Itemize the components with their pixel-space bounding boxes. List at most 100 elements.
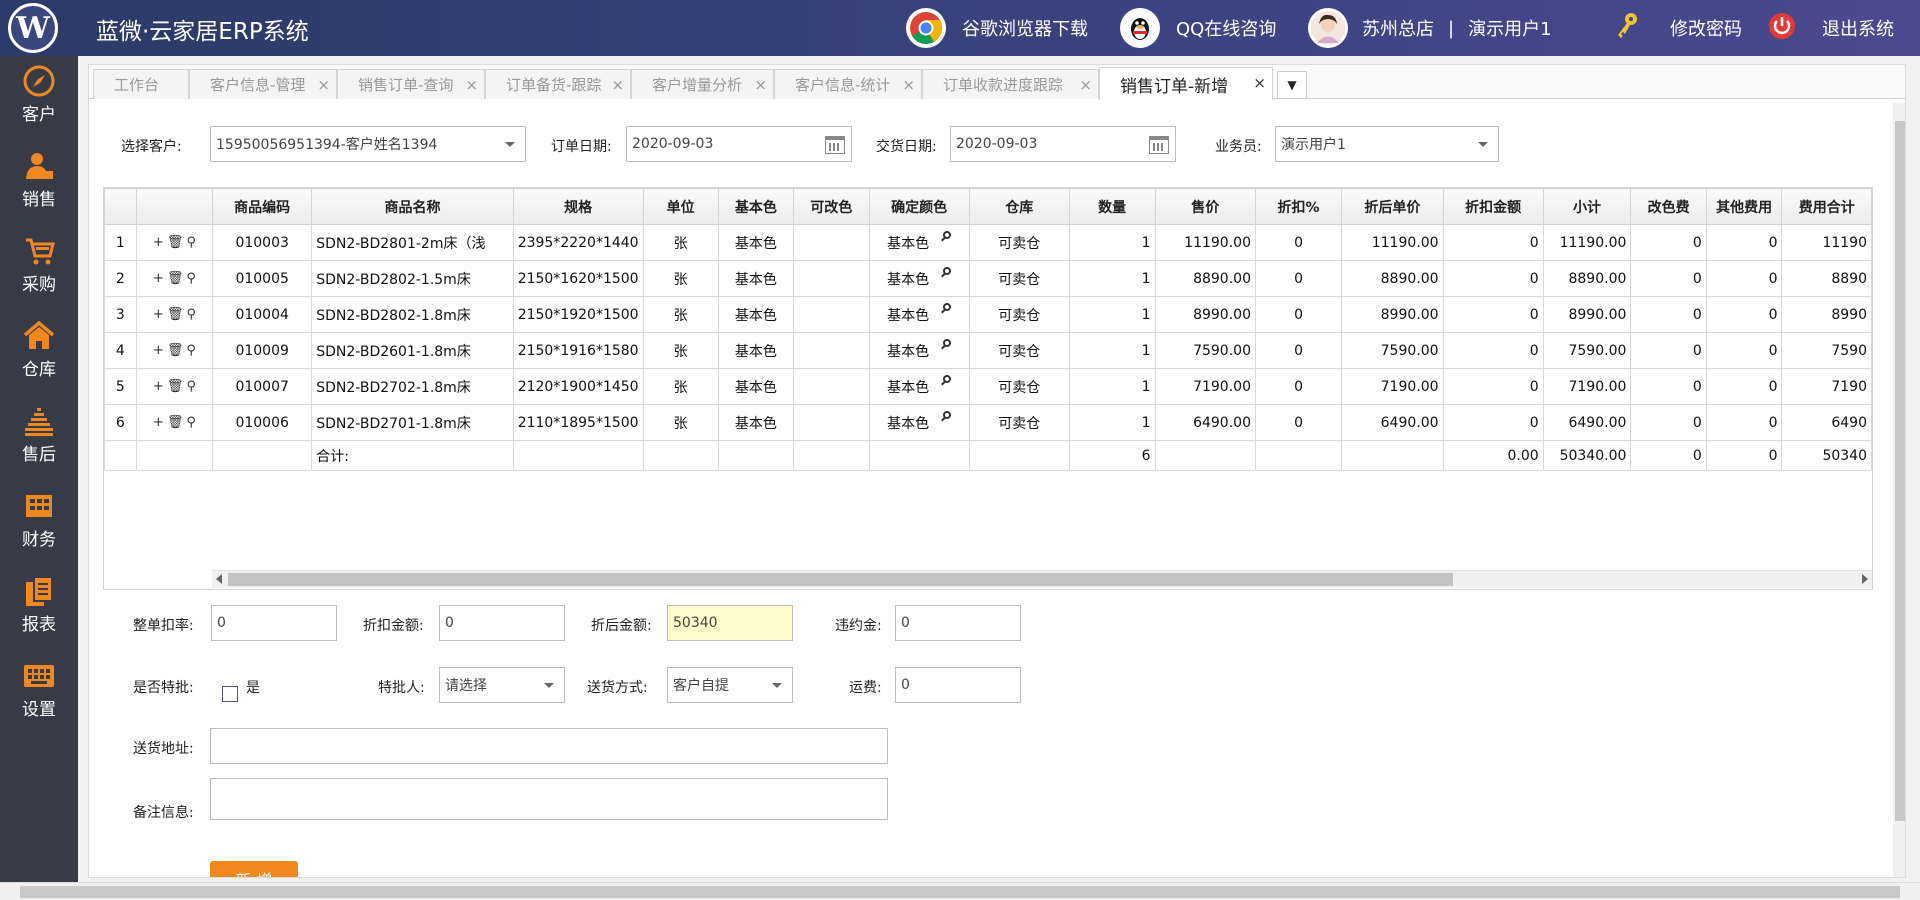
- search-icon[interactable]: [943, 230, 952, 239]
- cell-price[interactable]: 6490.00: [1154, 404, 1256, 441]
- cell-code[interactable]: 010004: [212, 296, 313, 333]
- chrome-download-link[interactable]: 谷歌浏览器下载: [906, 8, 1088, 48]
- delete-row-icon[interactable]: 🗑: [167, 235, 184, 250]
- cell-code[interactable]: 010009: [212, 332, 313, 369]
- column-header[interactable]: 费用合计: [1781, 188, 1872, 225]
- cell-sub[interactable]: 7590.00: [1542, 332, 1632, 369]
- column-header[interactable]: 其他费用: [1705, 188, 1783, 225]
- cell-qty[interactable]: 1: [1068, 296, 1156, 333]
- column-header[interactable]: 规格: [512, 188, 644, 225]
- cell-unit[interactable]: 张: [642, 260, 719, 297]
- cell-spec[interactable]: 2120*1900*1450: [512, 368, 644, 405]
- column-header[interactable]: [135, 188, 214, 225]
- sidebar-item-sales[interactable]: 销售: [0, 149, 78, 219]
- tab-customer-stats[interactable]: 客户信息-统计 ×: [774, 69, 922, 99]
- cell-sub[interactable]: 11190.00: [1542, 224, 1632, 261]
- cell-dprice[interactable]: 7190.00: [1341, 368, 1444, 405]
- cell-spec[interactable]: 2395*2220*1440: [512, 224, 644, 261]
- cell-base[interactable]: 基本色: [717, 224, 795, 261]
- row-actions[interactable]: + 🗑 ⚲: [135, 260, 214, 297]
- cell-change[interactable]: [793, 260, 870, 297]
- cell-wh[interactable]: 可卖仓: [968, 368, 1070, 405]
- column-header[interactable]: 基本色: [717, 188, 795, 225]
- cell-qty[interactable]: 1: [1068, 368, 1156, 405]
- after-discount-input[interactable]: 50340: [667, 605, 793, 641]
- cell-ofee[interactable]: 0: [1705, 332, 1783, 369]
- cell-dprice[interactable]: 6490.00: [1341, 404, 1444, 441]
- cell-cfee[interactable]: 0: [1630, 332, 1707, 369]
- cell-disc[interactable]: 0: [1254, 296, 1343, 333]
- column-header[interactable]: 仓库: [968, 188, 1070, 225]
- cell-base[interactable]: 基本色: [717, 404, 795, 441]
- cell-disc[interactable]: 0: [1254, 368, 1343, 405]
- cell-ofee[interactable]: 0: [1705, 224, 1783, 261]
- freight-input[interactable]: 0: [895, 667, 1021, 703]
- cell-confirm-color[interactable]: 基本色: [868, 296, 970, 333]
- cell-unit[interactable]: 张: [642, 368, 719, 405]
- cell-ofee[interactable]: 0: [1705, 260, 1783, 297]
- search-icon[interactable]: [943, 374, 952, 383]
- search-row-icon[interactable]: ⚲: [186, 379, 196, 394]
- row-actions[interactable]: + 🗑 ⚲: [135, 332, 214, 369]
- cell-sub[interactable]: 7190.00: [1542, 368, 1632, 405]
- cell-code[interactable]: 010003: [212, 224, 313, 261]
- cell-disc[interactable]: 0: [1254, 260, 1343, 297]
- cell-total[interactable]: 8990: [1781, 296, 1872, 333]
- cell-change[interactable]: [793, 296, 870, 333]
- row-actions[interactable]: + 🗑 ⚲: [135, 368, 214, 405]
- cell-wh[interactable]: 可卖仓: [968, 296, 1070, 333]
- sidebar-item-reports[interactable]: 报表: [0, 574, 78, 644]
- cell-ofee[interactable]: 0: [1705, 296, 1783, 333]
- add-row-icon[interactable]: +: [153, 343, 164, 358]
- cell-name[interactable]: SDN2-BD2801-2m床（浅: [311, 224, 514, 261]
- scroll-left-icon[interactable]: [216, 574, 222, 584]
- add-row-icon[interactable]: +: [153, 307, 164, 322]
- close-icon[interactable]: ×: [754, 76, 767, 94]
- column-header[interactable]: 商品名称: [311, 188, 514, 225]
- cell-qty[interactable]: 1: [1068, 332, 1156, 369]
- close-icon[interactable]: ×: [611, 76, 624, 94]
- page-horizontal-scrollbar[interactable]: [0, 882, 1920, 900]
- column-header[interactable]: 商品编码: [212, 188, 313, 225]
- scroll-right-icon[interactable]: [1862, 574, 1868, 584]
- horizontal-scrollbar[interactable]: [212, 570, 1872, 588]
- cell-no[interactable]: 1: [104, 224, 137, 261]
- column-header[interactable]: 可改色: [793, 188, 870, 225]
- cell-spec[interactable]: 2110*1895*1500: [512, 404, 644, 441]
- sidebar-item-warehouse[interactable]: 仓库: [0, 319, 78, 389]
- logout-link[interactable]: 退出系统: [1768, 8, 1894, 48]
- app-logo[interactable]: W: [8, 3, 58, 53]
- cell-cfee[interactable]: 0: [1630, 260, 1707, 297]
- tab-sales-query[interactable]: 销售订单-查询 ×: [337, 69, 485, 99]
- cell-damt[interactable]: 0: [1442, 296, 1544, 333]
- cell-cfee[interactable]: 0: [1630, 296, 1707, 333]
- cell-cfee[interactable]: 0: [1630, 404, 1707, 441]
- column-header[interactable]: 折扣%: [1254, 188, 1343, 225]
- sidebar-item-after-sales[interactable]: 售后: [0, 404, 78, 474]
- delete-row-icon[interactable]: 🗑: [167, 343, 184, 358]
- cell-unit[interactable]: 张: [642, 224, 719, 261]
- delete-row-icon[interactable]: 🗑: [167, 271, 184, 286]
- cell-code[interactable]: 010005: [212, 260, 313, 297]
- qq-consult-link[interactable]: QQ在线咨询: [1120, 8, 1276, 48]
- cell-name[interactable]: SDN2-BD2702-1.8m床: [311, 368, 514, 405]
- sidebar-item-purchase[interactable]: 采购: [0, 234, 78, 304]
- search-icon[interactable]: [943, 266, 952, 275]
- cell-wh[interactable]: 可卖仓: [968, 260, 1070, 297]
- cell-qty[interactable]: 1: [1068, 404, 1156, 441]
- user-info[interactable]: 苏州总店 | 演示用户1: [1308, 8, 1552, 48]
- cell-name[interactable]: SDN2-BD2802-1.5m床: [311, 260, 514, 297]
- column-header[interactable]: 售价: [1154, 188, 1256, 225]
- close-icon[interactable]: ×: [902, 76, 915, 94]
- tab-menu-button[interactable]: ▼: [1277, 71, 1307, 99]
- cell-code[interactable]: 010007: [212, 368, 313, 405]
- table-row[interactable]: 5 + 🗑 ⚲ 010007 SDN2-BD2702-1.8m床 2120*1900*145…: [104, 368, 1872, 405]
- cell-cfee[interactable]: 0: [1630, 224, 1707, 261]
- close-icon[interactable]: ×: [1079, 76, 1092, 94]
- change-password-link[interactable]: 修改密码: [1614, 8, 1742, 48]
- cell-spec[interactable]: 2150*1920*1500: [512, 296, 644, 333]
- order-date-input[interactable]: 2020-09-03: [626, 126, 852, 162]
- cell-dprice[interactable]: 7590.00: [1341, 332, 1444, 369]
- cell-wh[interactable]: 可卖仓: [968, 332, 1070, 369]
- discount-amount-input[interactable]: 0: [439, 605, 565, 641]
